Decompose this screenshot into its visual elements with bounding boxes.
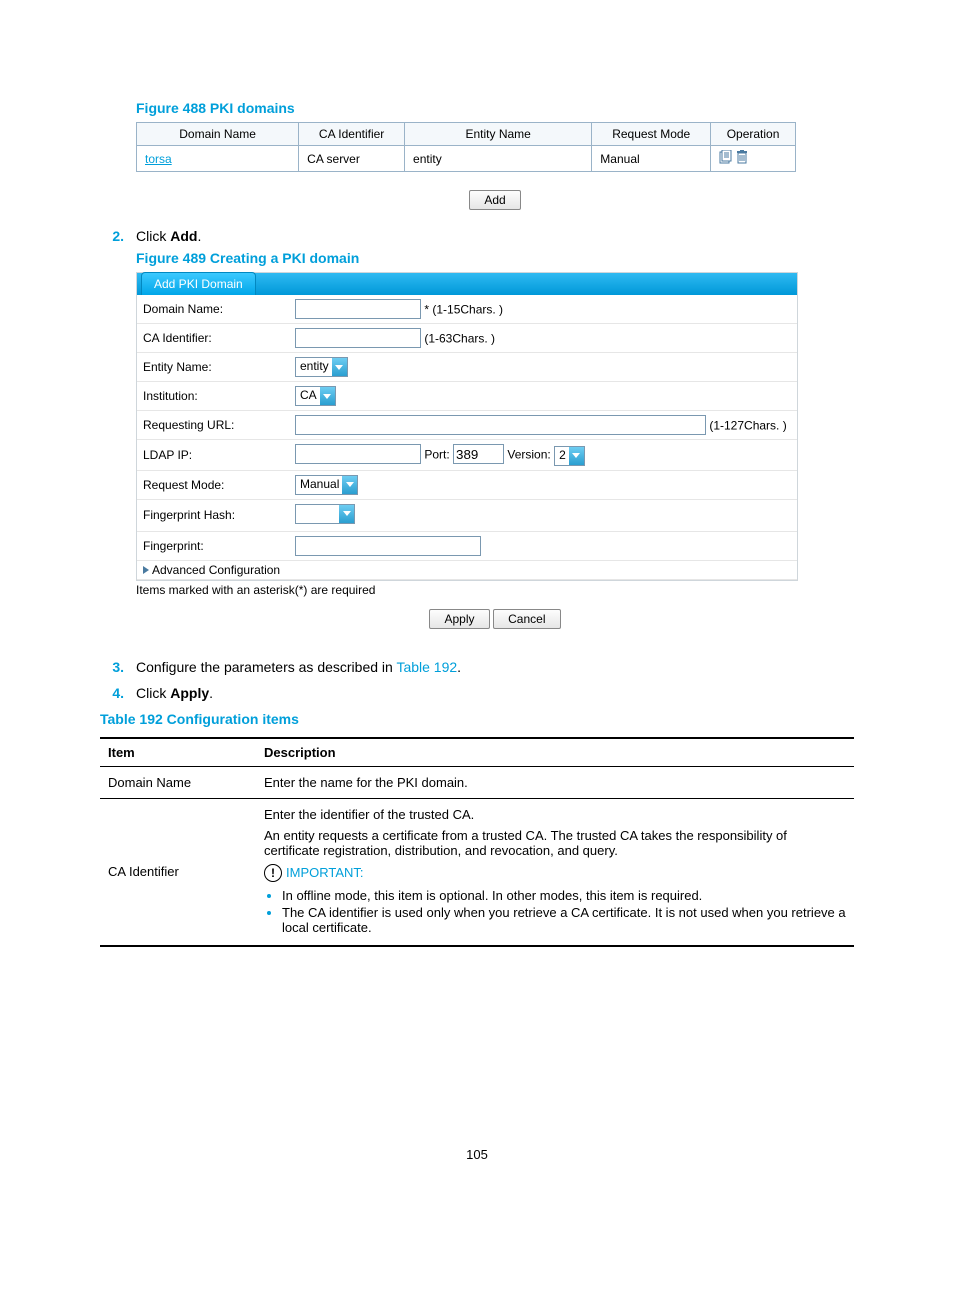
important-icon: ! <box>264 864 282 882</box>
label-institution: Institution: <box>137 382 289 411</box>
label-fingerprint-hash: Fingerprint Hash: <box>137 499 289 531</box>
step-text: Configure the parameters as described in… <box>136 659 461 675</box>
ca-identifier-input[interactable] <box>295 328 421 348</box>
step-text: Click Add. <box>136 228 201 244</box>
add-button[interactable]: Add <box>469 190 520 210</box>
cell-operation <box>711 146 796 172</box>
col-ca-identifier: CA Identifier <box>299 123 405 146</box>
step-2: 2. Click Add. <box>100 228 854 244</box>
chevron-down-icon <box>342 476 357 494</box>
figure-488-caption: Figure 488 PKI domains <box>136 100 854 116</box>
tab-bar: Add PKI Domain <box>137 273 797 295</box>
configuration-items-table: Item Description Domain Name Enter the n… <box>100 737 854 947</box>
table-row: torsa CA server entity Manual <box>137 146 796 172</box>
label-fingerprint: Fingerprint: <box>137 531 289 560</box>
expand-icon <box>143 566 149 574</box>
col-entity-name: Entity Name <box>405 123 592 146</box>
certificate-icon[interactable] <box>719 150 733 167</box>
col-item: Item <box>100 738 256 767</box>
step-number: 4. <box>100 685 136 701</box>
page-number: 105 <box>100 1147 854 1162</box>
link-table-192[interactable]: Table 192 <box>396 659 457 675</box>
chevron-down-icon <box>320 387 335 405</box>
apply-button[interactable]: Apply <box>429 609 489 629</box>
step-number: 3. <box>100 659 136 675</box>
step-text: Click Apply. <box>136 685 213 701</box>
figure-489-caption: Figure 489 Creating a PKI domain <box>136 250 854 266</box>
col-description: Description <box>256 738 854 767</box>
hint-requesting-url: (1-127Chars. ) <box>709 419 786 433</box>
col-operation: Operation <box>711 123 796 146</box>
fingerprint-hash-select[interactable] <box>295 504 355 524</box>
step-number: 2. <box>100 228 136 244</box>
step-4: 4. Click Apply. <box>100 685 854 701</box>
cancel-button[interactable]: Cancel <box>493 609 560 629</box>
port-input[interactable] <box>453 444 504 464</box>
label-entity-name: Entity Name: <box>137 353 289 382</box>
ldap-ip-input[interactable] <box>295 444 421 464</box>
chevron-down-icon <box>339 505 354 523</box>
table-192-caption: Table 192 Configuration items <box>100 711 854 727</box>
cell-desc-domain-name: Enter the name for the PKI domain. <box>256 766 854 798</box>
label-request-mode: Request Mode: <box>137 470 289 499</box>
label-requesting-url: Requesting URL: <box>137 411 289 440</box>
requesting-url-input[interactable] <box>295 415 706 435</box>
label-ca-identifier: CA Identifier: <box>137 324 289 353</box>
table-header-row: Domain Name CA Identifier Entity Name Re… <box>137 123 796 146</box>
hint-ca-identifier: (1-63Chars. ) <box>424 332 495 346</box>
domain-link-torsa[interactable]: torsa <box>145 152 172 166</box>
entity-name-select[interactable]: entity <box>295 357 348 377</box>
chevron-down-icon <box>332 358 347 376</box>
label-ldap-ip: LDAP IP: <box>137 440 289 471</box>
domain-name-input[interactable] <box>295 299 421 319</box>
advanced-configuration-toggle[interactable]: Advanced Configuration <box>137 560 797 579</box>
pki-domains-table: Domain Name CA Identifier Entity Name Re… <box>136 122 796 172</box>
cell-item-domain-name: Domain Name <box>100 766 256 798</box>
cell-ca-identifier: CA server <box>299 146 405 172</box>
institution-select[interactable]: CA <box>295 386 336 406</box>
cell-desc-ca-identifier: Enter the identifier of the trusted CA. … <box>256 798 854 946</box>
chevron-down-icon <box>569 447 584 465</box>
version-select[interactable]: 2 <box>554 446 585 466</box>
list-item: The CA identifier is used only when you … <box>282 905 846 935</box>
cell-request-mode: Manual <box>592 146 711 172</box>
list-item: In offline mode, this item is optional. … <box>282 888 846 903</box>
important-label: ! IMPORTANT: <box>264 864 364 882</box>
label-version: Version: <box>507 448 550 462</box>
required-items-note: Items marked with an asterisk(*) are req… <box>136 581 854 603</box>
cell-item-ca-identifier: CA Identifier <box>100 798 256 946</box>
label-port: Port: <box>424 448 449 462</box>
label-domain-name: Domain Name: <box>137 295 289 324</box>
cell-entity-name: entity <box>405 146 592 172</box>
tab-add-pki-domain[interactable]: Add PKI Domain <box>141 272 256 295</box>
col-domain-name: Domain Name <box>137 123 299 146</box>
document-page: Figure 488 PKI domains Domain Name CA Id… <box>0 0 954 1202</box>
col-request-mode: Request Mode <box>592 123 711 146</box>
add-pki-domain-form: Add PKI Domain Domain Name: * (1-15Chars… <box>136 272 798 581</box>
fingerprint-input[interactable] <box>295 536 481 556</box>
hint-domain-name: * (1-15Chars. ) <box>424 303 503 317</box>
trash-icon[interactable] <box>736 150 748 167</box>
request-mode-select[interactable]: Manual <box>295 475 358 495</box>
step-3: 3. Configure the parameters as described… <box>100 659 854 675</box>
